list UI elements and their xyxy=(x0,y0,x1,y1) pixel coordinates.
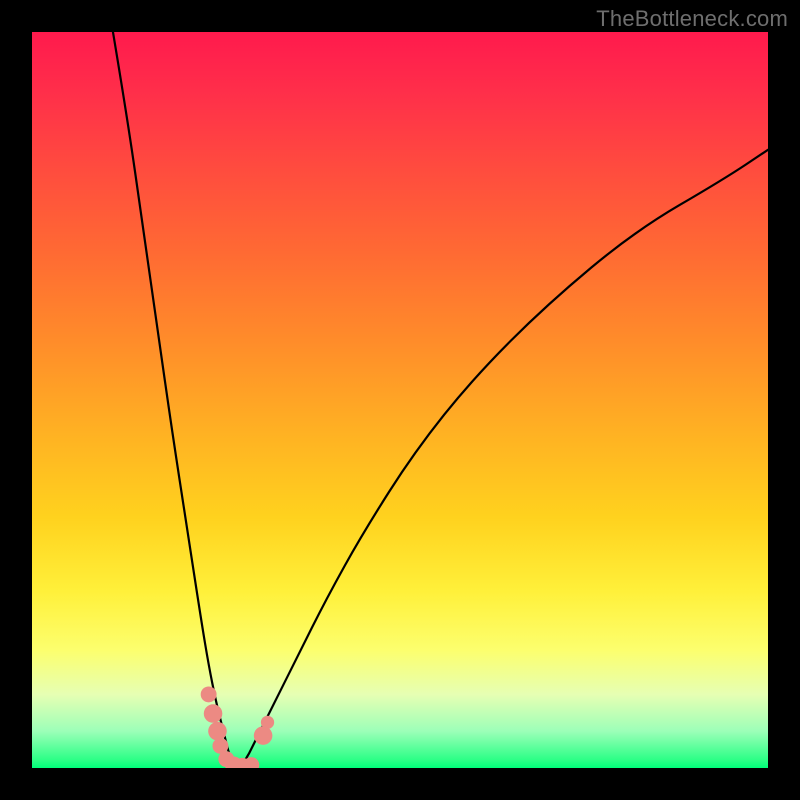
plot-area xyxy=(32,32,768,768)
data-marker xyxy=(254,726,273,745)
data-marker xyxy=(201,686,217,702)
marker-group xyxy=(201,686,274,768)
watermark-text: TheBottleneck.com xyxy=(596,6,788,32)
chart-svg xyxy=(32,32,768,768)
data-marker xyxy=(208,722,227,741)
curve-left-branch xyxy=(113,32,238,768)
curve-right-branch xyxy=(238,150,768,768)
data-marker xyxy=(204,704,223,723)
outer-frame: TheBottleneck.com xyxy=(0,0,800,800)
data-marker xyxy=(261,716,274,729)
